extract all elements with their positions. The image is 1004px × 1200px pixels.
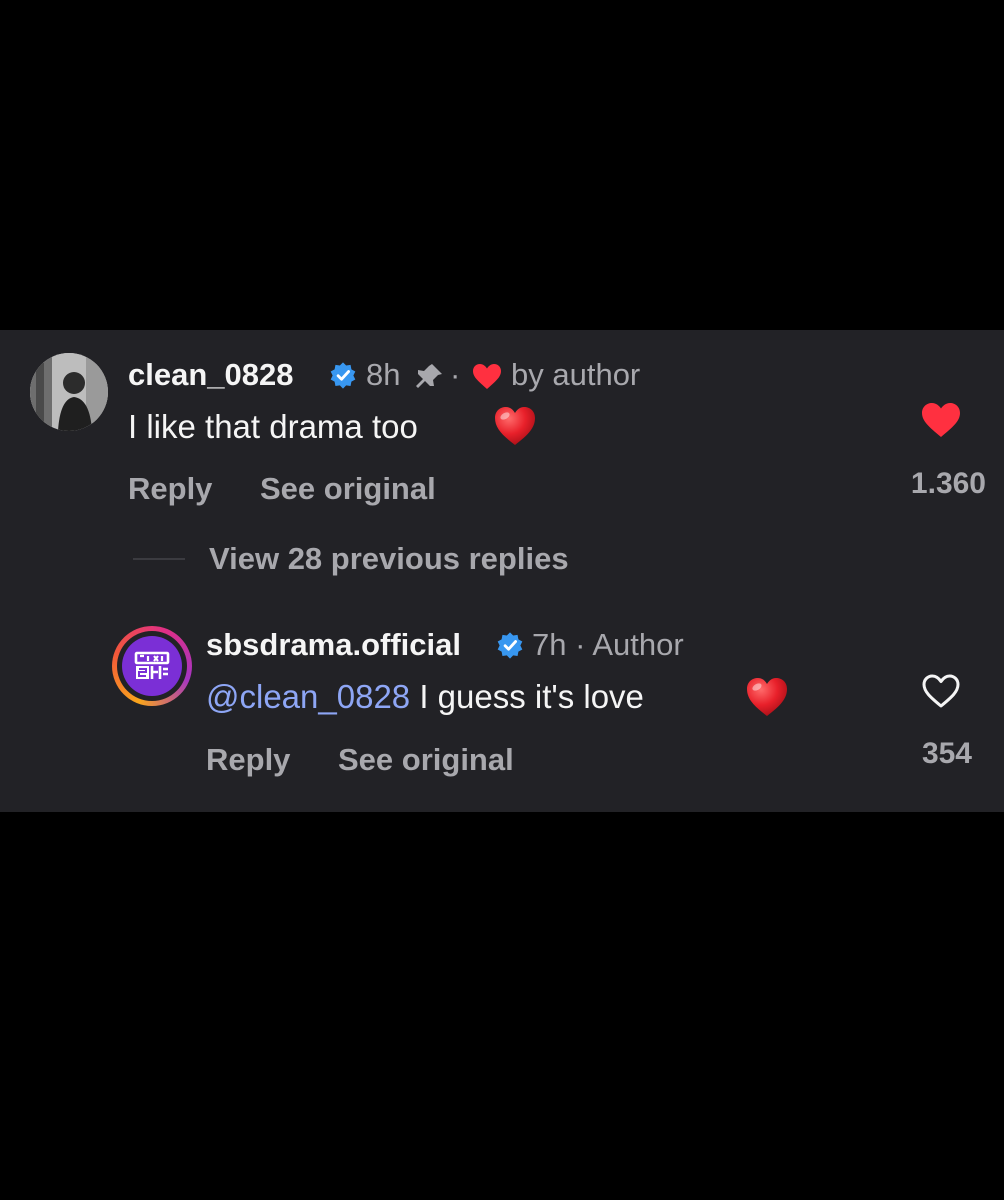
- reply-button[interactable]: Reply: [128, 469, 212, 509]
- avatar[interactable]: [112, 626, 192, 706]
- avatar-photo: [30, 353, 108, 431]
- verified-badge-icon: [330, 362, 356, 389]
- meta-separator: ·: [450, 357, 461, 392]
- mention-link[interactable]: @clean_0828: [206, 678, 410, 715]
- comment-time: 8h: [366, 357, 401, 392]
- verified-badge-icon: [497, 632, 523, 659]
- like-heart-filled-icon[interactable]: [921, 402, 961, 438]
- comment-username[interactable]: clean_0828: [128, 355, 293, 395]
- reply-text-content: I guess it's love: [410, 678, 644, 715]
- see-original-button[interactable]: See original: [338, 740, 514, 780]
- reply-text: @clean_0828 I guess it's love: [206, 676, 644, 718]
- like-count[interactable]: 354: [880, 734, 972, 774]
- reply-button[interactable]: Reply: [206, 740, 290, 780]
- heart-icon: [473, 364, 501, 389]
- see-original-button[interactable]: See original: [260, 469, 436, 509]
- reply-username[interactable]: sbsdrama.official: [206, 625, 461, 665]
- logo-glyphs: [134, 651, 170, 679]
- replies-divider: [133, 558, 185, 560]
- avatar[interactable]: [30, 353, 108, 431]
- red-heart-emoji-icon: [495, 407, 535, 445]
- like-count[interactable]: 1.360: [880, 464, 986, 504]
- reply-time-author: 7h · Author: [532, 627, 684, 662]
- sbs-drama-logo: [122, 636, 182, 696]
- view-previous-replies-button[interactable]: View 28 previous replies: [209, 539, 569, 579]
- comment-text: I like that drama too: [128, 408, 418, 445]
- liked-by-author-label: by author: [511, 357, 641, 392]
- like-heart-outline-icon[interactable]: [921, 673, 961, 709]
- pin-icon: [416, 364, 442, 388]
- red-heart-emoji-icon: [747, 678, 787, 716]
